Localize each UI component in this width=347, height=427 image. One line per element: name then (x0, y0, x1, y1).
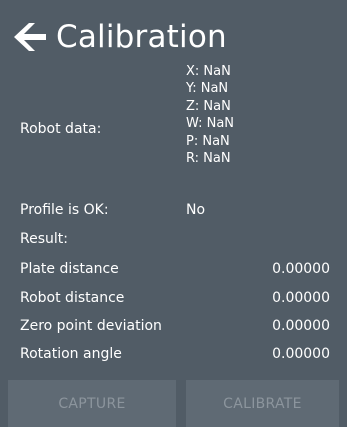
result-label: Result: (20, 231, 68, 247)
metric-row-rotation-angle: Rotation angle 0.00000 (20, 346, 330, 368)
metric-value: 0.00000 (272, 318, 330, 334)
header: Calibration (12, 14, 227, 60)
metric-label: Rotation angle (20, 346, 122, 362)
robot-value-x: X: NaN (186, 64, 231, 79)
profile-label: Profile is OK: (20, 202, 109, 218)
metric-label: Zero point deviation (20, 318, 162, 334)
metric-label: Robot distance (20, 290, 125, 306)
metric-row-robot-distance: Robot distance 0.00000 (20, 290, 330, 312)
robot-value-w: W: NaN (186, 116, 235, 132)
robot-value-z: Z: NaN (186, 98, 231, 114)
metric-value: 0.00000 (272, 346, 330, 362)
metric-value: 0.00000 (272, 290, 330, 306)
capture-button[interactable]: CAPTURE (8, 380, 176, 427)
calibrate-button[interactable]: CALIBRATE (186, 380, 339, 427)
robot-data-label: Robot data: (20, 121, 102, 137)
page-title: Calibration (56, 19, 227, 55)
robot-value-r: R: NaN (186, 151, 231, 167)
profile-value: No (186, 202, 206, 218)
metric-value: 0.00000 (272, 261, 330, 277)
robot-value-y: Y: NaN (186, 81, 229, 97)
metric-label: Plate distance (20, 261, 119, 277)
result-row: Result: (20, 231, 330, 253)
robot-value-p: P: NaN (186, 133, 230, 149)
arrow-left-icon[interactable] (12, 21, 48, 53)
metric-row-zero-point-deviation: Zero point deviation 0.00000 (20, 318, 330, 340)
robot-data-values: X: NaN Y: NaN Z: NaN W: NaN P: NaN R: Na… (186, 63, 234, 167)
metric-row-plate-distance: Plate distance 0.00000 (20, 261, 330, 283)
profile-row: Profile is OK: No (20, 202, 330, 224)
